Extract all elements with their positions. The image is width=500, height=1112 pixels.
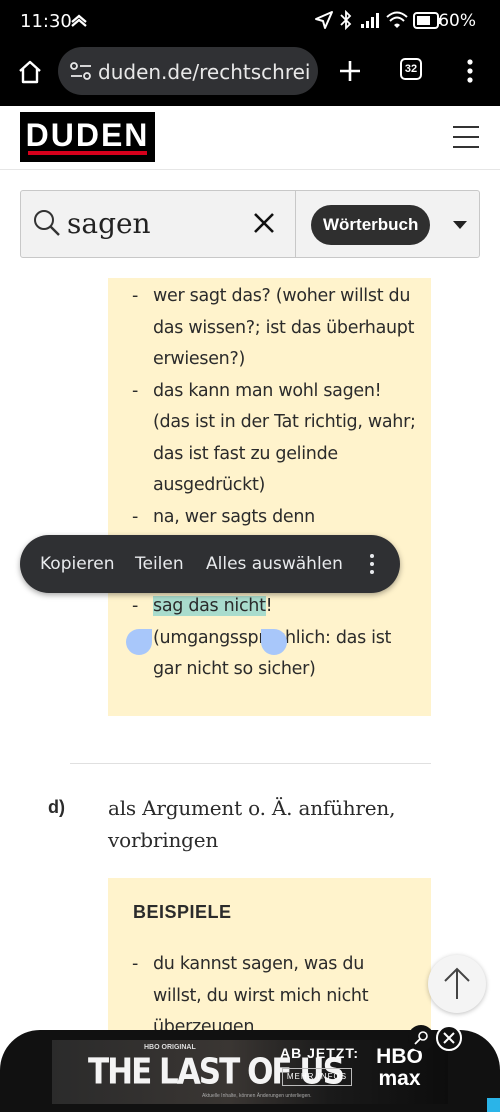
location-icon [315,11,333,29]
status-bar: 11:30 60% [0,0,500,44]
selection-handle-end[interactable] [261,629,287,655]
selection-handle-start[interactable] [126,629,152,655]
selected-text[interactable]: sag das nicht [153,596,266,616]
duden-logo[interactable]: DUDEN [20,112,155,162]
home-icon[interactable] [17,59,43,85]
signal-icon [361,13,379,28]
copy-button[interactable]: Kopieren [40,554,115,574]
arrow-up-icon [444,967,470,999]
dictionary-select[interactable]: Wörterbuch [311,205,431,245]
chevron-down-icon[interactable] [453,221,467,229]
examples-heading: BEISPIELE [133,902,232,922]
more-options-icon[interactable] [370,554,374,578]
hamburger-menu-icon[interactable] [453,126,479,148]
browser-toolbar: duden.de/rechtschreibu 32 [0,44,500,106]
close-icon [443,1032,455,1044]
clear-icon[interactable] [253,212,275,234]
ad-choices-icon[interactable] [408,1025,434,1051]
select-all-button[interactable]: Alles auswählen [206,554,343,574]
status-time: 11:30 [20,11,72,32]
notification-icon [71,14,87,27]
search-bar: Wörterbuch [20,190,480,258]
share-button[interactable]: Teilen [135,554,184,574]
ad-info-icon[interactable] [487,1098,500,1112]
examples-list: wer sagt das? (woher willst du das wisse… [108,281,431,686]
link-icon [414,1031,428,1045]
ad-fine-print: Aktuelle Inhalte, können Änderungen unte… [202,1093,312,1099]
ad-network-tag: HBO ORIGINAL [144,1044,196,1051]
ad-close-icon[interactable] [436,1025,462,1051]
search-divider [295,191,296,257]
text-selection-menu: Kopieren Teilen Alles auswählen [20,535,400,593]
section-divider [70,763,431,764]
definition-text: als Argument o. Ä. anführen, vorbringen [108,796,396,852]
address-bar[interactable]: duden.de/rechtschreibu [58,47,318,95]
browser-menu-icon[interactable] [466,58,474,84]
logo-underline [28,151,147,155]
definition-letter: d) [48,797,65,817]
example-item: das kann man wohl sagen! (das ist in der… [132,376,417,502]
bluetooth-icon [340,10,352,30]
site-settings-icon[interactable] [70,62,92,80]
new-tab-icon[interactable] [338,59,362,83]
ad-cta-heading: AB JETZT: [280,1045,359,1061]
tab-switcher-button[interactable]: 32 [400,58,422,80]
ad-banner[interactable]: HBO ORIGINAL THE LAST OF US AB JETZT: ME… [52,1040,448,1104]
search-icon[interactable] [33,209,61,237]
example-item-punct: ! [265,596,273,616]
search-input[interactable] [67,207,257,240]
wifi-icon [386,11,408,28]
scroll-to-top-button[interactable] [428,955,486,1013]
example-item: na, wer sagts denn [132,502,417,534]
url-text[interactable]: duden.de/rechtschreibu [98,60,312,84]
ad-cta-button[interactable]: MEHR INFOS [282,1068,352,1086]
logo-text: DUDEN [25,117,150,153]
site-header: DUDEN [0,106,500,170]
battery-percent: 60% [438,11,476,31]
ad-brand-logo: HBO max [376,1045,423,1090]
example-item: wer sagt das? (woher willst du das wisse… [132,281,417,376]
